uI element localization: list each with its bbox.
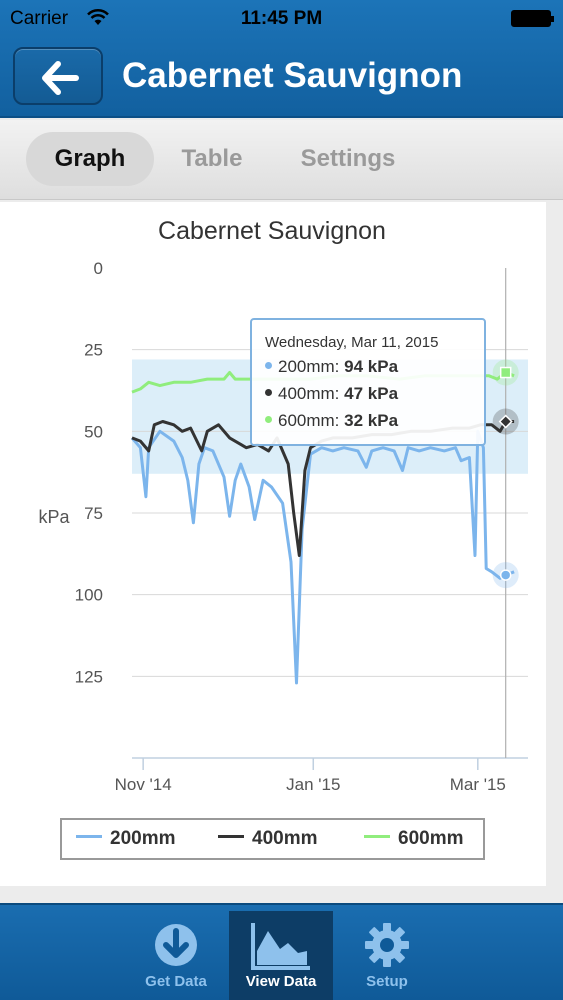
y-tick-label: 100: [75, 586, 103, 605]
tooltip-value: 94 kPa: [344, 357, 399, 376]
series-dot-600mm: [265, 416, 272, 424]
hover-marker-200mm: [499, 569, 512, 581]
legend-item-600mm[interactable]: 600mm: [364, 820, 464, 858]
tab-label: View Data: [245, 973, 317, 990]
tooltip-date: Wednesday, Mar 11, 2015: [265, 334, 439, 351]
tab-view-data[interactable]: View Data: [229, 911, 333, 1000]
tooltip-row-600mm: 600mm: 32 kPa: [265, 411, 484, 438]
legend-label: 600mm: [398, 828, 464, 849]
x-tick-label: Nov '14: [115, 775, 172, 794]
legend-label: 200mm: [110, 828, 176, 849]
tab-bar: Get Data View Data Setup: [0, 903, 563, 1000]
legend-swatch: [218, 835, 244, 839]
gear-icon: [365, 923, 409, 967]
y-tick-label: 0: [94, 259, 103, 278]
tooltip-row-400mm: 400mm: 47 kPa: [265, 384, 484, 411]
tooltip-value: 32 kPa: [344, 411, 399, 430]
y-tick-label: 25: [84, 341, 103, 360]
legend-label: 400mm: [252, 828, 318, 849]
chart-card: Cabernet Sauvignon 0 25 50 75 100 125 kPa Nov '1…: [0, 202, 546, 886]
y-tick-label: 125: [75, 667, 103, 686]
area-chart-icon: [251, 923, 310, 970]
series-dot-400mm: [265, 389, 272, 397]
legend-item-400mm[interactable]: 400mm: [218, 820, 318, 858]
tab-label: Get Data: [145, 973, 207, 990]
x-tick-label: Jan '15: [286, 775, 340, 794]
tab-get-data[interactable]: Get Data: [124, 911, 228, 1000]
battery-icon: [511, 10, 554, 27]
legend-item-200mm[interactable]: 200mm: [76, 820, 176, 858]
x-tick-label: Mar '15: [450, 775, 506, 794]
download-icon: [155, 924, 197, 966]
chart-legend: 200mm 400mm 600mm: [60, 818, 485, 860]
series-dot-200mm: [265, 362, 272, 370]
page-title: Cabernet Sauvignon: [122, 56, 463, 95]
chart-title: Cabernet Sauvignon: [158, 217, 386, 245]
tab-setup[interactable]: Setup: [335, 911, 439, 1000]
segment-control: Graph Table Settings: [0, 120, 563, 200]
tooltip-series: 400mm:: [278, 384, 340, 403]
tooltip-row-200mm: 200mm: 94 kPa: [265, 357, 484, 384]
y-tick-label: 50: [84, 422, 103, 441]
clock: 11:45 PM: [240, 8, 323, 29]
arrow-left-icon: [42, 61, 79, 95]
tooltip-series: 600mm:: [278, 411, 340, 430]
legend-swatch: [76, 835, 102, 839]
legend-swatch: [364, 835, 390, 839]
tab-graph[interactable]: Graph: [26, 132, 154, 186]
line-chart[interactable]: Cabernet Sauvignon 0 25 50 75 100 125 kPa Nov '1…: [0, 202, 546, 812]
navigation-bar: Carrier 11:45 PM Cabernet Sauvignon: [0, 0, 563, 118]
y-tick-label: 75: [84, 504, 103, 523]
chart-tooltip: Wednesday, Mar 11, 2015 200mm: 94 kPa 40…: [250, 318, 486, 446]
hover-marker-600mm: [499, 366, 512, 379]
tab-label: Setup: [366, 973, 408, 990]
tab-table[interactable]: Table: [166, 132, 258, 186]
tooltip-series: 200mm:: [278, 357, 340, 376]
back-button[interactable]: [13, 47, 103, 105]
status-bar: Carrier 11:45 PM: [0, 0, 563, 38]
tab-settings[interactable]: Settings: [278, 132, 418, 186]
tooltip-value: 47 kPa: [344, 384, 399, 403]
y-axis-label: kPa: [38, 507, 70, 527]
